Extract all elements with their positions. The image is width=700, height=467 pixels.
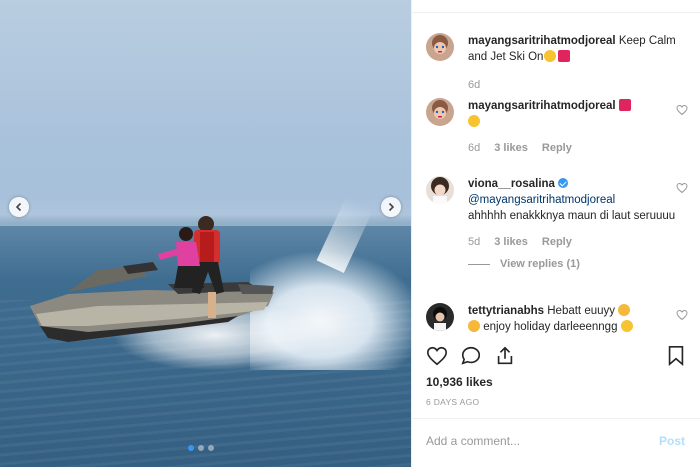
smile-emoji-icon bbox=[620, 320, 633, 332]
next-photo-button[interactable] bbox=[381, 197, 401, 217]
instagram-post: mayangsaritrihatmodjoreal Keep Calm and … bbox=[0, 0, 700, 467]
clapping-emoji-icon bbox=[618, 304, 631, 316]
post-photo[interactable] bbox=[0, 0, 411, 467]
carousel-indicator bbox=[188, 445, 214, 451]
carousel-dot bbox=[208, 445, 214, 451]
post-side-panel: mayangsaritrihatmodjoreal Keep Calm and … bbox=[411, 0, 700, 467]
chevron-right-icon bbox=[388, 202, 395, 212]
comment-time[interactable]: 6d bbox=[468, 142, 480, 154]
like-comment-heart-icon[interactable] bbox=[676, 182, 688, 194]
add-comment-input[interactable]: Add a comment... bbox=[426, 434, 520, 448]
view-replies-button[interactable]: View replies (1) bbox=[468, 258, 688, 270]
reply-button[interactable]: Reply bbox=[542, 142, 572, 154]
like-comment-heart-icon[interactable] bbox=[676, 309, 688, 321]
comment-likes[interactable]: 3 likes bbox=[494, 236, 528, 248]
bookmark-icon[interactable] bbox=[666, 345, 686, 367]
post-comment-button[interactable]: Post bbox=[659, 434, 685, 448]
carousel-dot bbox=[188, 445, 194, 451]
avatar[interactable] bbox=[426, 176, 454, 204]
comment: mayangsaritrihatmodjoreal Keep Calm and … bbox=[426, 33, 688, 91]
add-comment-bar: Add a comment... Post bbox=[412, 418, 700, 467]
comment: viona__rosalina @mayangsaritrihatmodjore… bbox=[426, 176, 688, 270]
comment-text: Hebatt euuyy bbox=[547, 305, 616, 317]
post-actions bbox=[426, 345, 688, 369]
comment-likes[interactable]: 3 likes bbox=[494, 142, 528, 154]
avatar[interactable] bbox=[426, 303, 454, 331]
verified-badge-icon bbox=[557, 178, 568, 188]
comment-username[interactable]: mayangsaritrihatmodjoreal bbox=[468, 100, 616, 112]
likes-count[interactable]: 10,936 likes bbox=[426, 375, 493, 389]
comment: tettytrianabhs Hebatt euuyy enjoy holida… bbox=[426, 303, 688, 334]
comment-username[interactable]: viona__rosalina bbox=[468, 178, 555, 190]
comment-text: enjoy holiday darleeenngg bbox=[483, 321, 618, 333]
like-comment-heart-icon[interactable] bbox=[676, 104, 688, 116]
comments-list[interactable]: mayangsaritrihatmodjoreal Keep Calm and … bbox=[412, 12, 700, 334]
carousel-dot bbox=[198, 445, 204, 451]
comment-username[interactable]: tettytrianabhs bbox=[468, 305, 544, 317]
reply-button[interactable]: Reply bbox=[542, 236, 572, 248]
comment-time[interactable]: 5d bbox=[468, 236, 480, 248]
clapping-emoji-icon bbox=[468, 320, 480, 332]
avatar[interactable] bbox=[426, 98, 454, 126]
chevron-left-icon bbox=[15, 202, 22, 212]
heart-emoji-icon bbox=[558, 50, 571, 62]
comment-username[interactable]: mayangsaritrihatmodjoreal bbox=[468, 35, 616, 47]
avatar[interactable] bbox=[426, 33, 454, 61]
post-timestamp[interactable]: 6 DAYS AGO bbox=[426, 397, 479, 407]
comment-bubble-icon[interactable] bbox=[460, 345, 482, 367]
riders-image bbox=[158, 216, 224, 318]
red-heart-emoji-icon bbox=[618, 99, 631, 111]
kiss-emoji-icon bbox=[468, 115, 480, 127]
comment: mayangsaritrihatmodjoreal 6d 3 likes Rep… bbox=[426, 98, 688, 154]
previous-photo-button[interactable] bbox=[9, 197, 29, 217]
like-heart-icon[interactable] bbox=[426, 345, 448, 367]
comment-mention[interactable]: @mayangsaritrihatmodjoreal bbox=[468, 194, 615, 206]
comment-text: ahhhhh enakkknya maun di laut seruuuu bbox=[468, 210, 676, 222]
share-icon[interactable] bbox=[494, 345, 516, 367]
star-struck-emoji-icon bbox=[544, 50, 557, 62]
comment-time[interactable]: 6d bbox=[468, 79, 480, 91]
